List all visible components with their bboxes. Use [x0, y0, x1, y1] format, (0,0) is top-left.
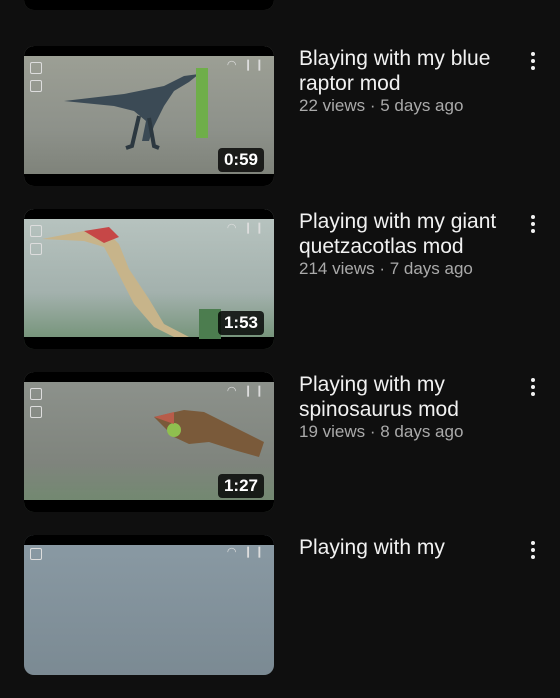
video-title[interactable]: Blaying with my blue raptor mod: [299, 46, 514, 96]
pause-icon: ◠ ❙❙: [226, 546, 266, 558]
video-title[interactable]: Playing with my spinosaurus mod: [299, 372, 514, 422]
thumbnail-bar: [24, 535, 274, 545]
grid-icon: [30, 548, 42, 560]
video-feed: ◠ ❙❙ 0:59 Blaying with my blue raptor mo…: [0, 0, 560, 675]
camera-icon: [30, 80, 42, 92]
camera-icon: [30, 406, 42, 418]
grid-icon: [30, 62, 42, 74]
vertical-dots-icon[interactable]: [528, 213, 538, 237]
grid-icon: [30, 388, 42, 400]
video-thumbnail[interactable]: ◠ ❙❙: [24, 535, 274, 675]
grid-icon: [30, 225, 42, 237]
pause-icon: ◠ ❙❙: [226, 385, 266, 397]
video-title[interactable]: Playing with my giant quetzacotlas mod: [299, 209, 514, 259]
video-meta: 19 views · 8 days ago: [299, 422, 464, 441]
video-thumbnail[interactable]: ◠ ❙❙ 1:27: [24, 372, 274, 512]
video-item[interactable]: ◠ ❙❙ Playing with my: [0, 535, 560, 698]
pause-icon: ◠ ❙❙: [226, 59, 266, 71]
video-title[interactable]: Playing with my: [299, 535, 514, 560]
duration-badge: 1:53: [217, 311, 264, 335]
duration-badge: 1:27: [217, 474, 264, 498]
camera-icon: [30, 243, 42, 255]
pause-icon: ◠ ❙❙: [226, 222, 266, 234]
video-item[interactable]: ◠ ❙❙ 0:59 Blaying with my blue raptor mo…: [0, 46, 560, 209]
video-thumbnail[interactable]: ◠ ❙❙ 1:53: [24, 209, 274, 349]
vertical-dots-icon[interactable]: [528, 376, 538, 400]
vertical-dots-icon[interactable]: [528, 50, 538, 74]
video-item[interactable]: [0, 0, 560, 33]
video-meta: 22 views · 5 days ago: [299, 96, 464, 115]
video-item[interactable]: ◠ ❙❙ 1:27 Playing with my spinosaurus mo…: [0, 372, 560, 535]
video-item[interactable]: ◠ ❙❙ 1:53 Playing with my giant quetzaco…: [0, 209, 560, 372]
duration-badge: 0:59: [217, 148, 264, 172]
vertical-dots-icon[interactable]: [528, 539, 538, 563]
video-thumbnail[interactable]: ◠ ❙❙ 0:59: [24, 46, 274, 186]
video-meta: 214 views · 7 days ago: [299, 259, 473, 278]
video-thumbnail[interactable]: [24, 0, 274, 10]
thumbnail-bar: [24, 0, 274, 10]
